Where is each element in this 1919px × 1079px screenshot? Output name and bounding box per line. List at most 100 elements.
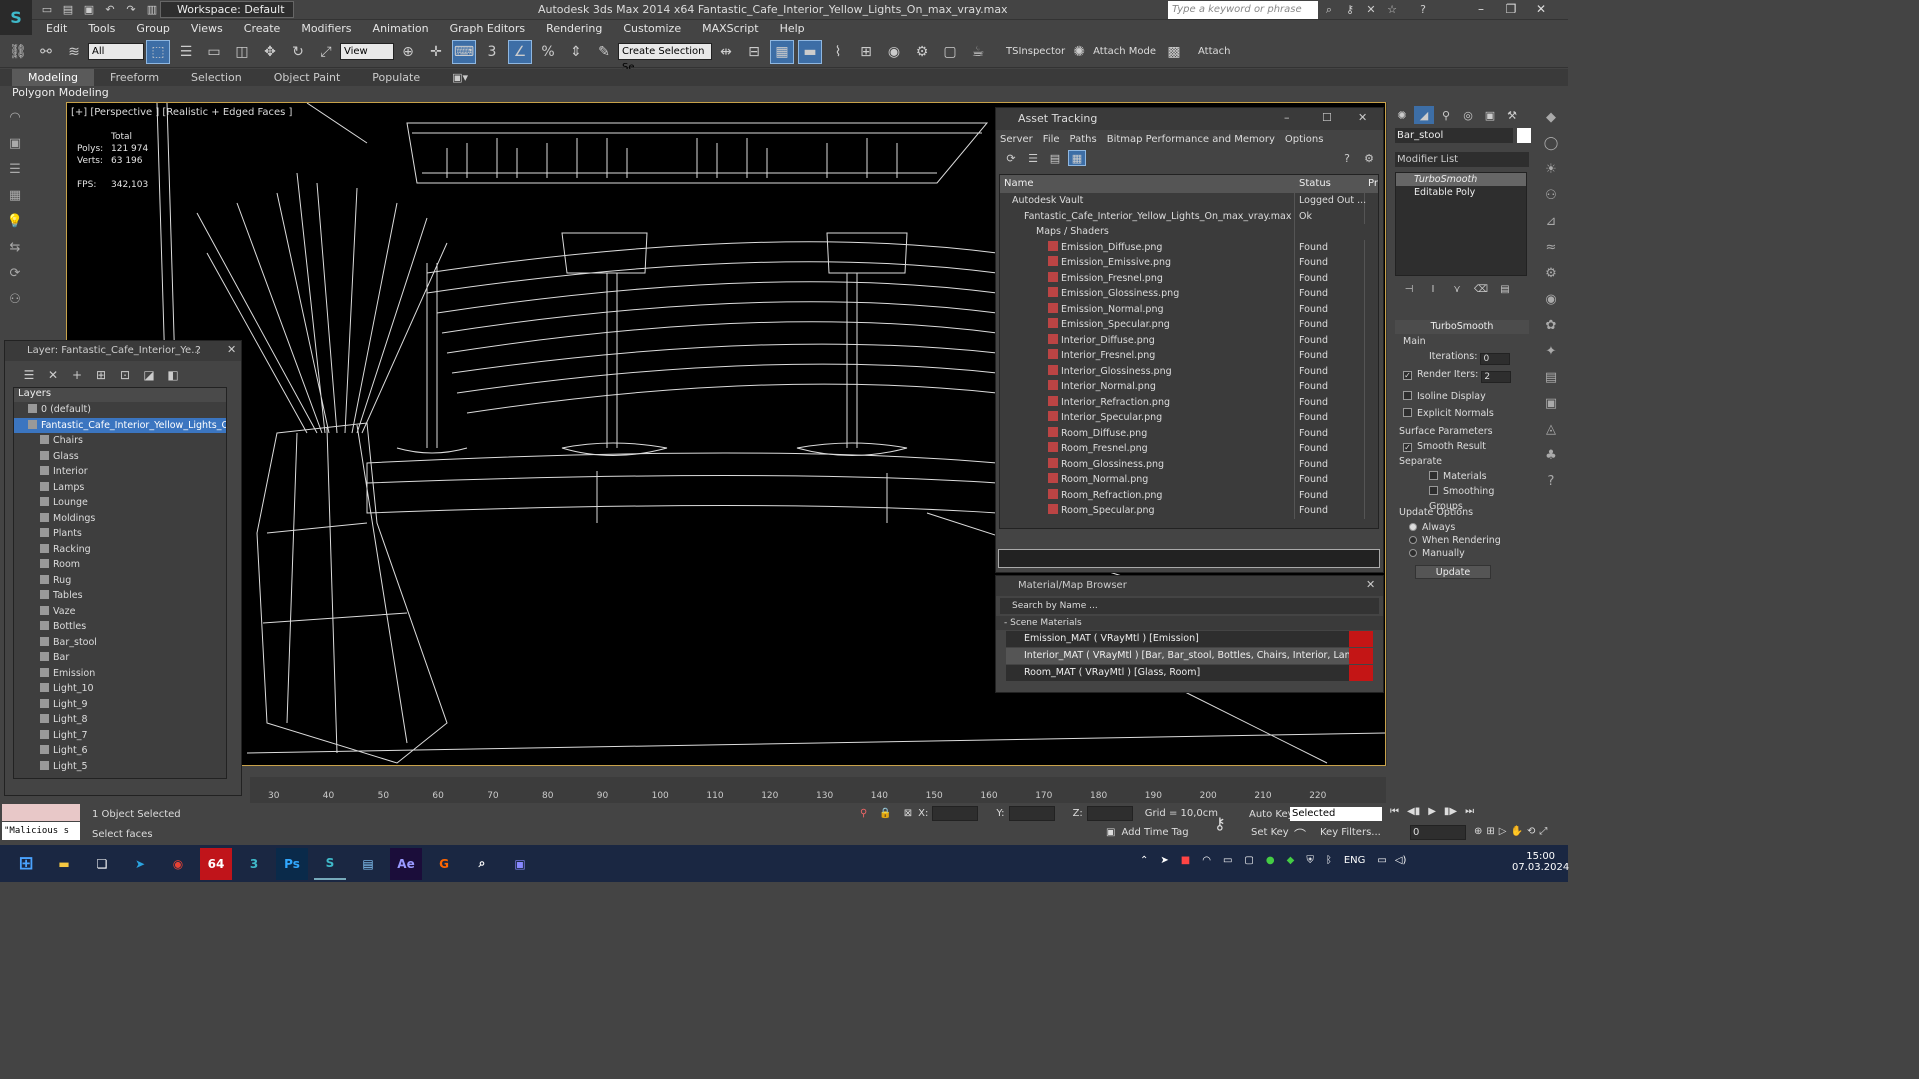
select-objects-icon[interactable]: ⊡ — [115, 363, 135, 387]
col-extra[interactable]: Pr — [1365, 175, 1378, 193]
grid-layout-icon[interactable]: ▦ — [4, 184, 26, 206]
material-row-emission[interactable]: Emission_MAT ( VRayMtl ) [Emission] — [1006, 631, 1373, 647]
menu-modifiers[interactable]: Modifiers — [301, 22, 351, 35]
align-icon[interactable]: ⊟ — [742, 40, 766, 64]
menu-rendering[interactable]: Rendering — [546, 22, 602, 35]
turbosmooth-title[interactable]: TurboSmooth — [1395, 320, 1529, 334]
menu-animation[interactable]: Animation — [373, 22, 429, 35]
aida64-icon[interactable]: 64 — [200, 847, 232, 880]
layer-row[interactable]: Emission — [14, 666, 226, 682]
link-icon[interactable]: ⛓ — [6, 40, 30, 64]
layer-row[interactable]: Light_9 — [14, 697, 226, 713]
set-key-icon[interactable]: ⚷ — [1214, 814, 1226, 833]
layer-row-active[interactable]: Fantastic_Cafe_Interior_Yellow_Lights_On — [14, 417, 226, 433]
keyboard-shortcut-override-icon[interactable]: ⌨ — [452, 39, 476, 64]
update-button[interactable]: Update — [1415, 565, 1491, 579]
3dsmax-taskbar-icon[interactable]: 3 — [238, 848, 270, 880]
tray-green-icon[interactable]: ● — [1266, 855, 1275, 866]
isolate-icon[interactable]: ⚲ — [860, 808, 867, 819]
smoothing-groups-checkbox[interactable] — [1429, 486, 1438, 495]
layer-row-default[interactable]: 0 (default) — [14, 402, 226, 418]
layer-row[interactable]: Vaze — [14, 604, 226, 620]
3dsmax-active-icon[interactable]: S — [314, 848, 346, 880]
utilities-tab-icon[interactable]: ⚒ — [1502, 106, 1522, 124]
time-tag-icon[interactable]: ▣ — [1106, 827, 1115, 838]
create-tab-icon[interactable]: ✺ — [1392, 106, 1412, 124]
tray-nvidia-icon[interactable]: ◆ — [1287, 855, 1295, 866]
photoshop-icon[interactable]: Ps — [276, 847, 308, 880]
scale-icon[interactable]: ⤢ — [314, 40, 338, 64]
asset-row[interactable]: Emission_Emissive.png Found — [1000, 255, 1378, 271]
asset-row[interactable]: Emission_Normal.png Found — [1000, 301, 1378, 317]
absolute-mode-icon[interactable]: ⊠ — [904, 808, 912, 819]
list-view-icon[interactable]: ☰ — [1024, 150, 1042, 166]
delete-layer-icon[interactable]: ✕ — [43, 363, 63, 387]
save-icon[interactable]: ▣ — [80, 2, 98, 18]
key-icon[interactable]: ⚷ — [1341, 2, 1359, 18]
when-rendering-radio[interactable] — [1409, 536, 1417, 544]
close-icon[interactable]: ✕ — [1358, 111, 1367, 124]
auto-key-button[interactable]: Auto Key — [1249, 809, 1294, 820]
minimize-icon[interactable]: – — [1284, 111, 1290, 124]
set-key-button[interactable]: Set Key — [1251, 827, 1289, 838]
after-effects-icon[interactable]: Ae — [390, 847, 422, 880]
goto-end-icon[interactable]: ⏭ — [1465, 806, 1474, 817]
tab-object-paint[interactable]: Object Paint — [258, 69, 357, 86]
asset-row[interactable]: Emission_Diffuse.png Found — [1000, 239, 1378, 255]
object-color-swatch[interactable] — [1517, 128, 1531, 143]
asset-row[interactable]: Interior_Normal.png Found — [1000, 379, 1378, 395]
shapes-icon[interactable]: ◯ — [1540, 132, 1562, 154]
close-icon[interactable]: ✕ — [227, 343, 236, 356]
question-icon[interactable]: ? — [1540, 470, 1562, 492]
materials-checkbox[interactable] — [1429, 471, 1438, 480]
create-geometry-icon[interactable]: ◆ — [1540, 106, 1562, 128]
tab-modeling[interactable]: Modeling — [12, 69, 95, 86]
language-indicator[interactable]: ENG — [1344, 855, 1366, 866]
menu-paths[interactable]: Paths — [1070, 134, 1097, 145]
layer-row[interactable]: Light_8 — [14, 712, 226, 728]
layer-row[interactable]: Light_7 — [14, 728, 226, 744]
asset-row[interactable]: Emission_Specular.png Found — [1000, 317, 1378, 333]
redo-icon[interactable]: ↷ — [122, 2, 140, 18]
tsinspector-button[interactable]: TSInspector — [1006, 46, 1065, 57]
tab-populate[interactable]: Populate — [356, 69, 436, 86]
modifier-list-dropdown[interactable]: Modifier List — [1395, 152, 1529, 167]
configure-sets-icon[interactable]: ▤ — [1495, 282, 1515, 296]
asset-row[interactable]: Room_Specular.png Found — [1000, 503, 1378, 519]
cameras-icon[interactable]: ⚇ — [1540, 184, 1562, 206]
search-app-icon[interactable]: ⌕ — [466, 848, 498, 880]
asset-row[interactable]: Room_Diffuse.png Found — [1000, 425, 1378, 441]
layer-row[interactable]: Light_6 — [14, 743, 226, 759]
tray-chevron-icon[interactable]: ⌃ — [1140, 855, 1148, 866]
refresh-icon[interactable]: ⟳ — [1002, 150, 1020, 166]
add-selection-icon[interactable]: ⊞ — [91, 363, 111, 387]
pin-stack-icon[interactable]: ⊣ — [1399, 282, 1419, 296]
tray-display-icon[interactable]: ▢ — [1244, 855, 1253, 866]
notepad-icon[interactable]: ▤ — [352, 848, 384, 880]
layer-row[interactable]: Racking — [14, 542, 226, 558]
material-editor-icon[interactable]: ◉ — [882, 40, 906, 64]
named-selection-dropdown[interactable]: Create Selection Se — [618, 43, 712, 73]
tray-headset-icon[interactable]: ◠ — [1202, 855, 1211, 866]
object-name-field[interactable]: Bar_stool — [1395, 128, 1513, 143]
systems-icon[interactable]: ⚙ — [1540, 262, 1562, 284]
close-icon[interactable]: ✕ — [1366, 578, 1375, 591]
menu-maxscript[interactable]: MAXScript — [702, 22, 758, 35]
checker-icon[interactable]: ▩ — [1162, 40, 1186, 64]
bluetooth-icon[interactable]: ᛒ — [1326, 855, 1332, 866]
add-layer-icon[interactable]: + — [67, 363, 87, 387]
material-browser-title[interactable]: Material/Map Browser — [996, 576, 1383, 596]
asset-row[interactable]: Room_Glossiness.png Found — [1000, 456, 1378, 472]
asset-row[interactable]: Maps / Shaders — [1000, 224, 1378, 240]
render-iters-spinner[interactable]: 2 — [1481, 371, 1512, 383]
menu-file[interactable]: File — [1043, 134, 1060, 145]
asset-row[interactable]: Interior_Specular.png Found — [1000, 410, 1378, 426]
maxscript-listener-output[interactable] — [2, 804, 80, 821]
next-frame-icon[interactable]: ▮▶ — [1444, 806, 1457, 817]
asset-row[interactable]: Room_Normal.png Found — [1000, 472, 1378, 488]
menu-help[interactable]: Help — [780, 22, 805, 35]
z-coordinate-field[interactable] — [1086, 806, 1133, 821]
menu-server[interactable]: Server — [1000, 134, 1033, 145]
project-folder-icon[interactable]: ▥ — [143, 2, 161, 18]
rendered-frame-icon[interactable]: ▢ — [938, 40, 962, 64]
